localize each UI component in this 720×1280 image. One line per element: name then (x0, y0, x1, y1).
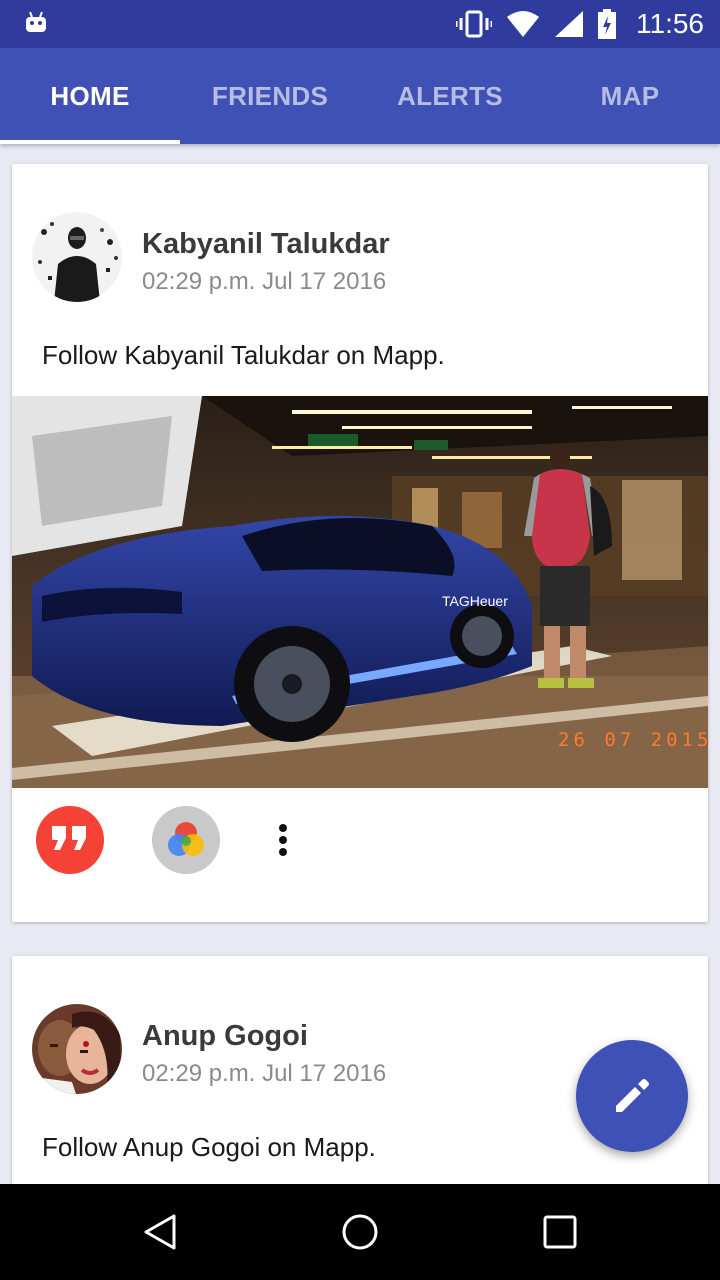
feed-list[interactable]: Kabyanil Talukdar 02:29 p.m. Jul 17 2016… (0, 144, 720, 1184)
signal-icon (555, 11, 583, 37)
post-card[interactable]: Kabyanil Talukdar 02:29 p.m. Jul 17 2016… (12, 164, 708, 922)
status-time: 11:56 (636, 8, 704, 39)
home-icon[interactable] (340, 1212, 380, 1252)
post-image[interactable]: TAGHeuer 26 07 2015 (12, 396, 708, 788)
post-author[interactable]: Anup Gogoi (142, 1020, 308, 1053)
post-timestamp: 02:29 p.m. Jul 17 2016 (142, 268, 387, 295)
back-icon[interactable] (140, 1212, 180, 1252)
quote-button[interactable] (36, 806, 104, 874)
avatar[interactable] (32, 1004, 122, 1094)
tab-alerts[interactable]: ALERTS (360, 48, 540, 144)
more-dot (279, 824, 287, 832)
compose-fab[interactable] (576, 1040, 688, 1152)
post-text: Follow Anup Gogoi on Mapp. (42, 1132, 376, 1162)
wifi-icon (507, 11, 539, 37)
post-timestamp: 02:29 p.m. Jul 17 2016 (142, 1060, 387, 1087)
edit-pencil-icon (616, 1079, 649, 1112)
vibrate-icon (456, 10, 492, 38)
recents-icon[interactable] (540, 1212, 580, 1252)
more-vert-icon[interactable] (266, 820, 300, 860)
tab-map[interactable]: MAP (540, 48, 720, 144)
battery-charging-icon (598, 9, 616, 39)
post-author[interactable]: Kabyanil Talukdar (142, 228, 390, 261)
tab-friends[interactable]: FRIENDS (180, 48, 360, 144)
tagheuer-logo-text: TAGHeuer (442, 593, 508, 609)
status-bar: 11:56 (0, 0, 720, 48)
quote-icon (52, 826, 86, 850)
avatar[interactable] (32, 212, 122, 302)
photos-button[interactable] (152, 806, 220, 874)
photos-icon (168, 822, 204, 856)
more-dot (279, 848, 287, 856)
android-notification-icon (26, 11, 46, 32)
image-date-stamp: 26 07 2015 (558, 729, 708, 751)
post-text: Follow Kabyanil Talukdar on Mapp. (42, 340, 445, 370)
more-dot (279, 836, 287, 844)
app-bar: HOME FRIENDS ALERTS MAP (0, 48, 720, 144)
tab-home[interactable]: HOME (0, 48, 180, 144)
navigation-bar (0, 1184, 720, 1280)
